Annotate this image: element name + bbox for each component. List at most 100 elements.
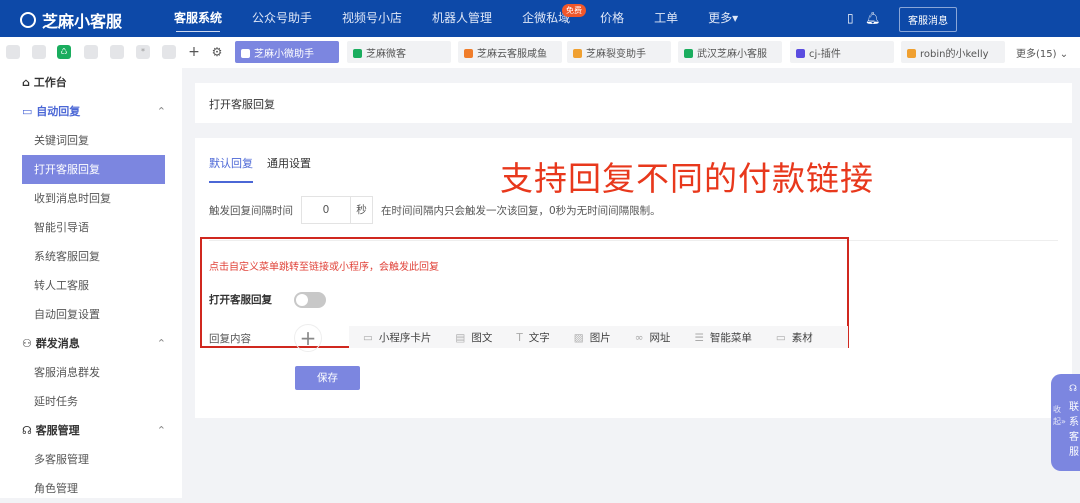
app-icon [464,49,473,58]
tab-general-settings[interactable]: 通用设置 [267,155,311,183]
tool-image[interactable]: ▨ 图片 [574,330,611,345]
chevron-up-icon: ⌃ [156,424,166,437]
annotation-text: 支持回复不同的付款链接 [500,159,874,198]
contact-service-float[interactable]: 收起» ☊ 联系客服 [1051,374,1080,471]
sidebar-item[interactable]: 客服消息群发 [0,358,182,387]
asterisk-icon[interactable]: * [136,45,150,59]
tab-app[interactable]: robin的小kelly [901,41,1005,63]
tab-app[interactable]: 芝麻裂变助手 [567,41,671,63]
sidebar-item[interactable]: 角色管理 [0,474,182,503]
sidebar-workbench[interactable]: ⌂ 工作台 [0,68,182,97]
add-icon[interactable]: + [187,45,201,59]
card-icon: ▭ [363,331,373,344]
app-icon [241,49,250,58]
sidebar: ⌂ 工作台 ▭ 自动回复 ⌃ 关键词回复 打开客服回复 收到消息时回复 智能引导语… [0,68,182,498]
nav-price[interactable]: 价格 [600,0,624,37]
sidebar-item[interactable]: 收到消息时回复 [0,184,182,213]
tool-news[interactable]: ▤ 图文 [455,330,492,345]
mobile-icon[interactable]: ▯ [847,11,854,25]
service-message-button[interactable]: 客服消息 [899,7,957,32]
label: 智能菜单 [709,331,752,344]
label: 网址 [649,331,671,344]
wechat-icon[interactable]: ♺ [57,45,71,59]
text-icon: T [516,331,523,344]
tab-label: robin的小kelly [920,49,989,60]
sidebar-item[interactable]: 多客服管理 [0,445,182,474]
tab-default-reply[interactable]: 默认回复 [209,155,253,183]
sidebar-item[interactable]: 延时任务 [0,387,182,416]
sidebar-item[interactable]: 自动回复设置 [0,300,182,329]
label: 图片 [589,331,611,344]
nav-more[interactable]: 更多▾ [708,0,738,37]
nav-shop[interactable]: 视频号小店 [342,0,402,37]
tab-app[interactable]: cj-插件 [790,41,894,63]
tab-app[interactable]: 武汉芝麻小客服 [678,41,782,63]
sidebar-auto-reply[interactable]: ▭ 自动回复 ⌃ [0,97,182,126]
app-icon[interactable] [6,45,20,59]
tab-app[interactable]: 芝麻微客 [347,41,451,63]
sidebar-item[interactable]: 转人工客服 [0,271,182,300]
contact-label: 联系客服 [1069,402,1079,458]
sidebar-item-active[interactable]: 打开客服回复 [22,155,165,184]
list-icon: ☰ [694,331,704,344]
link-icon[interactable] [84,45,98,59]
sidebar-item[interactable]: 智能引导语 [0,213,182,242]
enable-reply-toggle[interactable] [294,292,326,308]
sidebar-mass[interactable]: ⚇ 群发消息 ⌃ [0,329,182,358]
collapse-button[interactable]: 收起» [1053,404,1066,428]
label: 素材 [791,331,813,344]
tab-label: 芝麻微客 [366,49,406,60]
label: 自动回复 [36,105,81,118]
chat-icon[interactable] [32,45,46,59]
tool-miniprogram[interactable]: ▭ 小程序卡片 [363,330,431,345]
page-title: 打开客服回复 [195,83,1072,123]
sidebar-service[interactable]: ☊ 客服管理 ⌃ [0,416,182,445]
tab-label: 芝麻裂变助手 [586,49,646,60]
image-icon: ▨ [573,331,584,344]
interval-label: 触发回复间隔时间 [209,204,293,217]
app-icon [684,49,693,58]
folder-icon: ▭ [775,331,786,344]
app-icon [573,49,582,58]
interval-unit: 秒 [350,197,372,223]
nav-kefu[interactable]: 客服系统 [174,0,222,37]
app-icon [353,49,362,58]
tab-label: cj-插件 [809,49,841,60]
tool-smart-menu[interactable]: ☰ 智能菜单 [694,330,751,345]
tool-text[interactable]: T 文字 [516,330,549,345]
puzzle-icon[interactable] [110,45,124,59]
nav-gzh[interactable]: 公众号助手 [252,0,312,37]
save-button[interactable]: 保存 [295,366,360,390]
tool-url[interactable]: ∞ 网址 [635,330,671,345]
app-icon [796,49,805,58]
logo[interactable]: 芝麻小客服 [20,8,122,32]
gear-icon[interactable]: ⚙ [210,45,224,59]
interval-value[interactable]: 0 [302,197,350,223]
interval-hint: 在时间间隔内只会触发一次该回复，0秒为无时间间隔限制。 [381,204,661,217]
nav-ticket[interactable]: 工单 [654,0,678,37]
content-label: 回复内容 [209,333,251,345]
label: 工作台 [33,76,67,89]
label: 客服管理 [35,424,80,437]
chevron-up-icon: ⌃ [156,105,166,118]
tool-material[interactable]: ▭ 素材 [776,330,813,345]
label: 群发消息 [35,337,80,350]
bell-icon[interactable]: 🔔︎ [865,11,880,25]
add-content-button[interactable]: + [294,324,322,352]
nav-robot[interactable]: 机器人管理 [432,0,492,37]
article-icon: ▤ [455,331,466,344]
tab-label: 芝麻云客服咸鱼 [477,49,547,60]
tab-app[interactable]: 芝麻云客服咸鱼 [458,41,562,63]
logo-icon [20,12,36,28]
tab-app[interactable]: 芝麻小微助手 [235,41,339,63]
interval-input[interactable]: 0秒 [301,196,373,224]
free-badge: 免费 [562,4,586,17]
globe-icon[interactable] [162,45,176,59]
link-icon: ∞ [634,331,644,344]
sidebar-item[interactable]: 关键词回复 [0,126,182,155]
logo-text: 芝麻小客服 [42,12,123,31]
label: 文字 [528,331,550,344]
more-tabs-dropdown[interactable]: 更多(15) ⌄ [1010,41,1074,63]
sidebar-item[interactable]: 系统客服回复 [0,242,182,271]
tab-label: 武汉芝麻小客服 [697,49,767,60]
